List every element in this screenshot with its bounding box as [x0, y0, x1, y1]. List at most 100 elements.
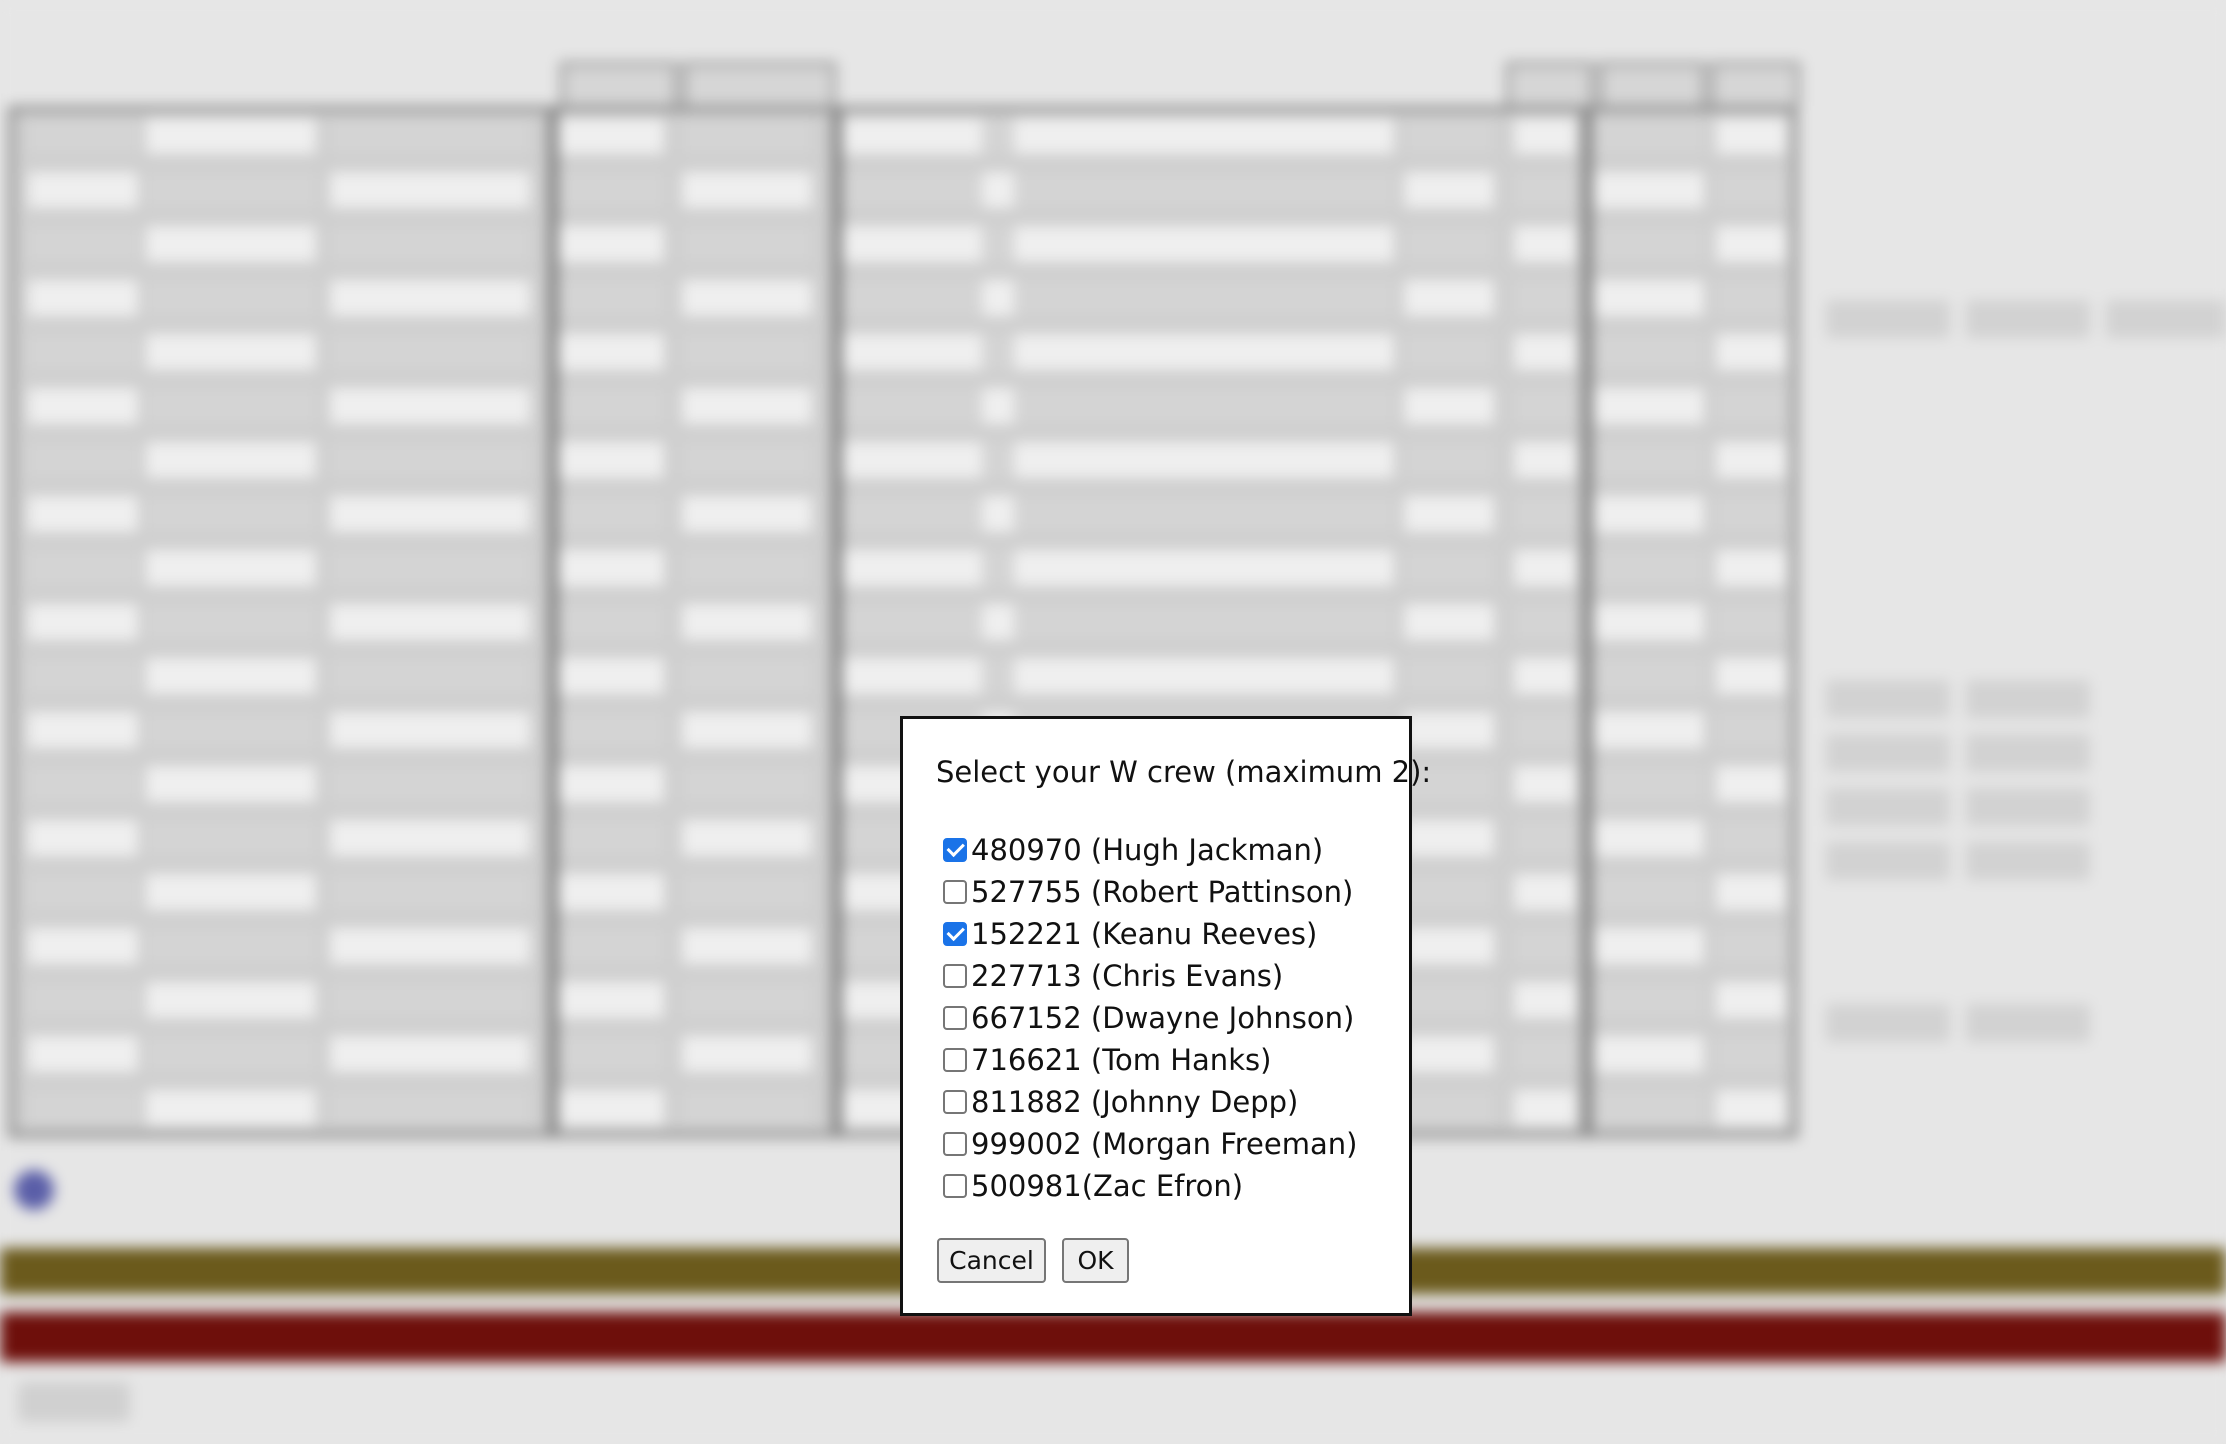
blurred-table-cell [28, 172, 138, 208]
blurred-table-cell [1716, 712, 1786, 748]
crew-option[interactable]: 811882 (Johnny Depp) [943, 1081, 1357, 1123]
blurred-table-cell [1404, 604, 1494, 640]
blurred-table-cell [554, 982, 664, 1018]
crew-option[interactable]: 152221 (Keanu Reeves) [943, 913, 1357, 955]
blurred-table-cell [1594, 604, 1704, 640]
crew-option[interactable]: 527755 (Robert Pattinson) [943, 871, 1357, 913]
crew-option[interactable]: 716621 (Tom Hanks) [943, 1039, 1357, 1081]
blurred-table-cell [1716, 550, 1786, 586]
blurred-table-cell [682, 928, 812, 964]
crew-checkbox[interactable] [943, 838, 967, 862]
crew-checkbox[interactable] [943, 922, 967, 946]
blurred-table-cell [146, 820, 316, 856]
crew-checkbox[interactable] [943, 1174, 967, 1198]
blurred-table-cell [554, 280, 664, 316]
blurred-table-cell [1716, 766, 1786, 802]
blurred-table-cell [682, 712, 812, 748]
blurred-action-button [1826, 734, 1950, 772]
blurred-table-cell [1594, 766, 1704, 802]
blurred-table-cell [1404, 820, 1494, 856]
checkmark-icon [946, 922, 965, 942]
blurred-table-cell [1514, 172, 1576, 208]
blurred-table-cell [28, 766, 138, 802]
blurred-table-cell [146, 1090, 316, 1126]
crew-option[interactable]: 500981(Zac Efron) [943, 1165, 1357, 1207]
crew-option-label[interactable]: 667152 (Dwayne Johnson) [971, 1001, 1354, 1035]
blurred-table-cell [554, 334, 664, 370]
blurred-table-cell [1404, 280, 1494, 316]
blurred-table-cell [330, 928, 530, 964]
blurred-table-cell [554, 1090, 664, 1126]
crew-option-label[interactable]: 480970 (Hugh Jackman) [971, 833, 1323, 867]
ok-button[interactable]: OK [1062, 1238, 1129, 1283]
blurred-table-cell [1716, 1090, 1786, 1126]
crew-option-label[interactable]: 716621 (Tom Hanks) [971, 1043, 1271, 1077]
blurred-table-cell [1514, 604, 1576, 640]
cancel-button[interactable]: Cancel [937, 1238, 1046, 1283]
blurred-table-row [14, 598, 1792, 646]
crew-checkbox[interactable] [943, 1048, 967, 1072]
blurred-table-row [14, 274, 1792, 322]
blurred-action-button [1966, 842, 2090, 880]
blurred-table-cell [1716, 172, 1786, 208]
blurred-table-cell [554, 496, 664, 532]
blurred-table-row [14, 382, 1792, 430]
blurred-action-button [1966, 734, 2090, 772]
blurred-table-cell [1014, 442, 1394, 478]
blurred-table-cell [1014, 550, 1394, 586]
crew-checkbox[interactable] [943, 1090, 967, 1114]
blurred-table-cell [146, 334, 316, 370]
blurred-table-cell [1514, 1036, 1576, 1072]
blurred-table-cell [330, 874, 530, 910]
blurred-table-cell [1014, 604, 1394, 640]
blurred-table-cell [554, 712, 664, 748]
blurred-table-cell [682, 280, 812, 316]
blurred-table-cell [1514, 496, 1576, 532]
blurred-table-cell [836, 118, 986, 154]
blurred-table-cell [1014, 496, 1394, 532]
blurred-table-cell [1404, 226, 1494, 262]
crew-option-label[interactable]: 527755 (Robert Pattinson) [971, 875, 1353, 909]
crew-option-label[interactable]: 500981(Zac Efron) [971, 1169, 1243, 1203]
blurred-table-cell [682, 226, 812, 262]
crew-option[interactable]: 227713 (Chris Evans) [943, 955, 1357, 997]
blurred-table-cell [146, 442, 316, 478]
crew-option-label[interactable]: 227713 (Chris Evans) [971, 959, 1283, 993]
blurred-table-cell [1716, 1036, 1786, 1072]
blurred-table-cell [28, 496, 138, 532]
crew-option-label[interactable]: 152221 (Keanu Reeves) [971, 917, 1317, 951]
blurred-table-cell [28, 604, 138, 640]
blurred-table-cell [836, 658, 986, 694]
blurred-table-cell [330, 1036, 530, 1072]
crew-checkbox[interactable] [943, 880, 967, 904]
blurred-bottom-button [18, 1382, 130, 1422]
blurred-table-cell [28, 118, 138, 154]
blurred-table-cell [330, 550, 530, 586]
crew-option[interactable]: 667152 (Dwayne Johnson) [943, 997, 1357, 1039]
blurred-table-cell [28, 982, 138, 1018]
crew-option-label[interactable]: 999002 (Morgan Freeman) [971, 1127, 1357, 1161]
blurred-table-cell [1404, 1036, 1494, 1072]
crew-option[interactable]: 480970 (Hugh Jackman) [943, 829, 1357, 871]
blurred-table-cell [1014, 118, 1394, 154]
crew-checkbox[interactable] [943, 1006, 967, 1030]
blurred-table-cell [1514, 1090, 1576, 1126]
blurred-table-cell [28, 658, 138, 694]
blurred-table-cell [554, 874, 664, 910]
crew-option-label[interactable]: 811882 (Johnny Depp) [971, 1085, 1298, 1119]
blurred-table-cell [836, 388, 986, 424]
blurred-table-cell [1404, 388, 1494, 424]
blurred-table-cell [1716, 496, 1786, 532]
blurred-table-cell [682, 550, 812, 586]
crew-option[interactable]: 999002 (Morgan Freeman) [943, 1123, 1357, 1165]
blurred-table-cell [330, 496, 530, 532]
blurred-column-header [1506, 62, 1594, 106]
blurred-table-cell [1404, 172, 1494, 208]
blurred-column-header [682, 62, 836, 106]
blurred-table-cell [146, 982, 316, 1018]
blurred-action-button [1826, 680, 1950, 718]
crew-checkbox[interactable] [943, 1132, 967, 1156]
crew-checkbox[interactable] [943, 964, 967, 988]
blurred-table-cell [682, 496, 812, 532]
blurred-table-cell [554, 766, 664, 802]
